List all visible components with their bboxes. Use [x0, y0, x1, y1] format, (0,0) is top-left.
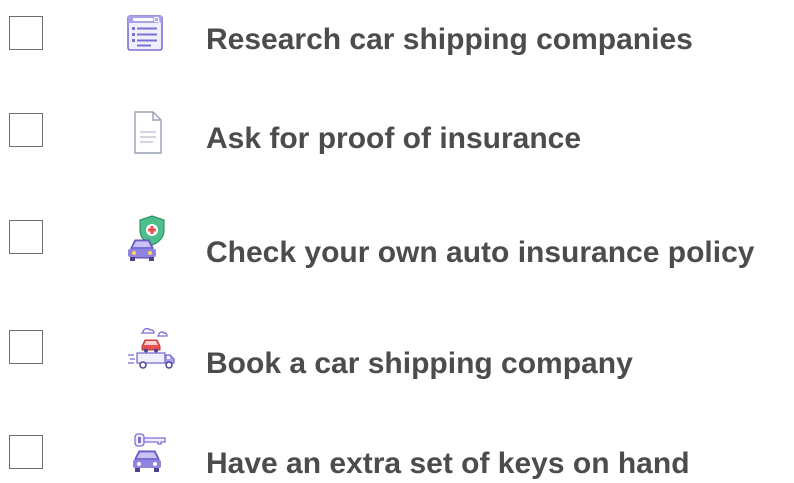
checklist-item: Book a car shipping company [0, 327, 794, 380]
item-label: Check your own auto insurance policy [206, 236, 755, 269]
checklist-item: Research car shipping companies [0, 15, 794, 64]
item-label: Ask for proof of insurance [206, 122, 582, 155]
car-transport-truck-icon [125, 324, 181, 374]
car-shield-icon [125, 214, 181, 264]
checklist-item: Check your own auto insurance policy [0, 215, 794, 269]
item-checkbox[interactable] [9, 220, 43, 254]
checklist-item: Have an extra set of keys on hand [0, 433, 794, 483]
item-label: Book a car shipping company [206, 347, 633, 380]
document-icon [125, 107, 181, 157]
item-checkbox[interactable] [9, 435, 43, 469]
browser-search-icon [125, 10, 181, 60]
item-checkbox[interactable] [9, 113, 43, 147]
checklist: Research car shipping companies Ask for … [0, 0, 794, 480]
item-checkbox[interactable] [9, 16, 43, 50]
item-label: Have an extra set of keys on hand [206, 447, 690, 480]
item-label: Research car shipping companies [206, 23, 693, 56]
item-checkbox[interactable] [9, 330, 43, 364]
car-key-icon [125, 429, 181, 479]
checklist-item: Ask for proof of insurance [0, 111, 794, 161]
